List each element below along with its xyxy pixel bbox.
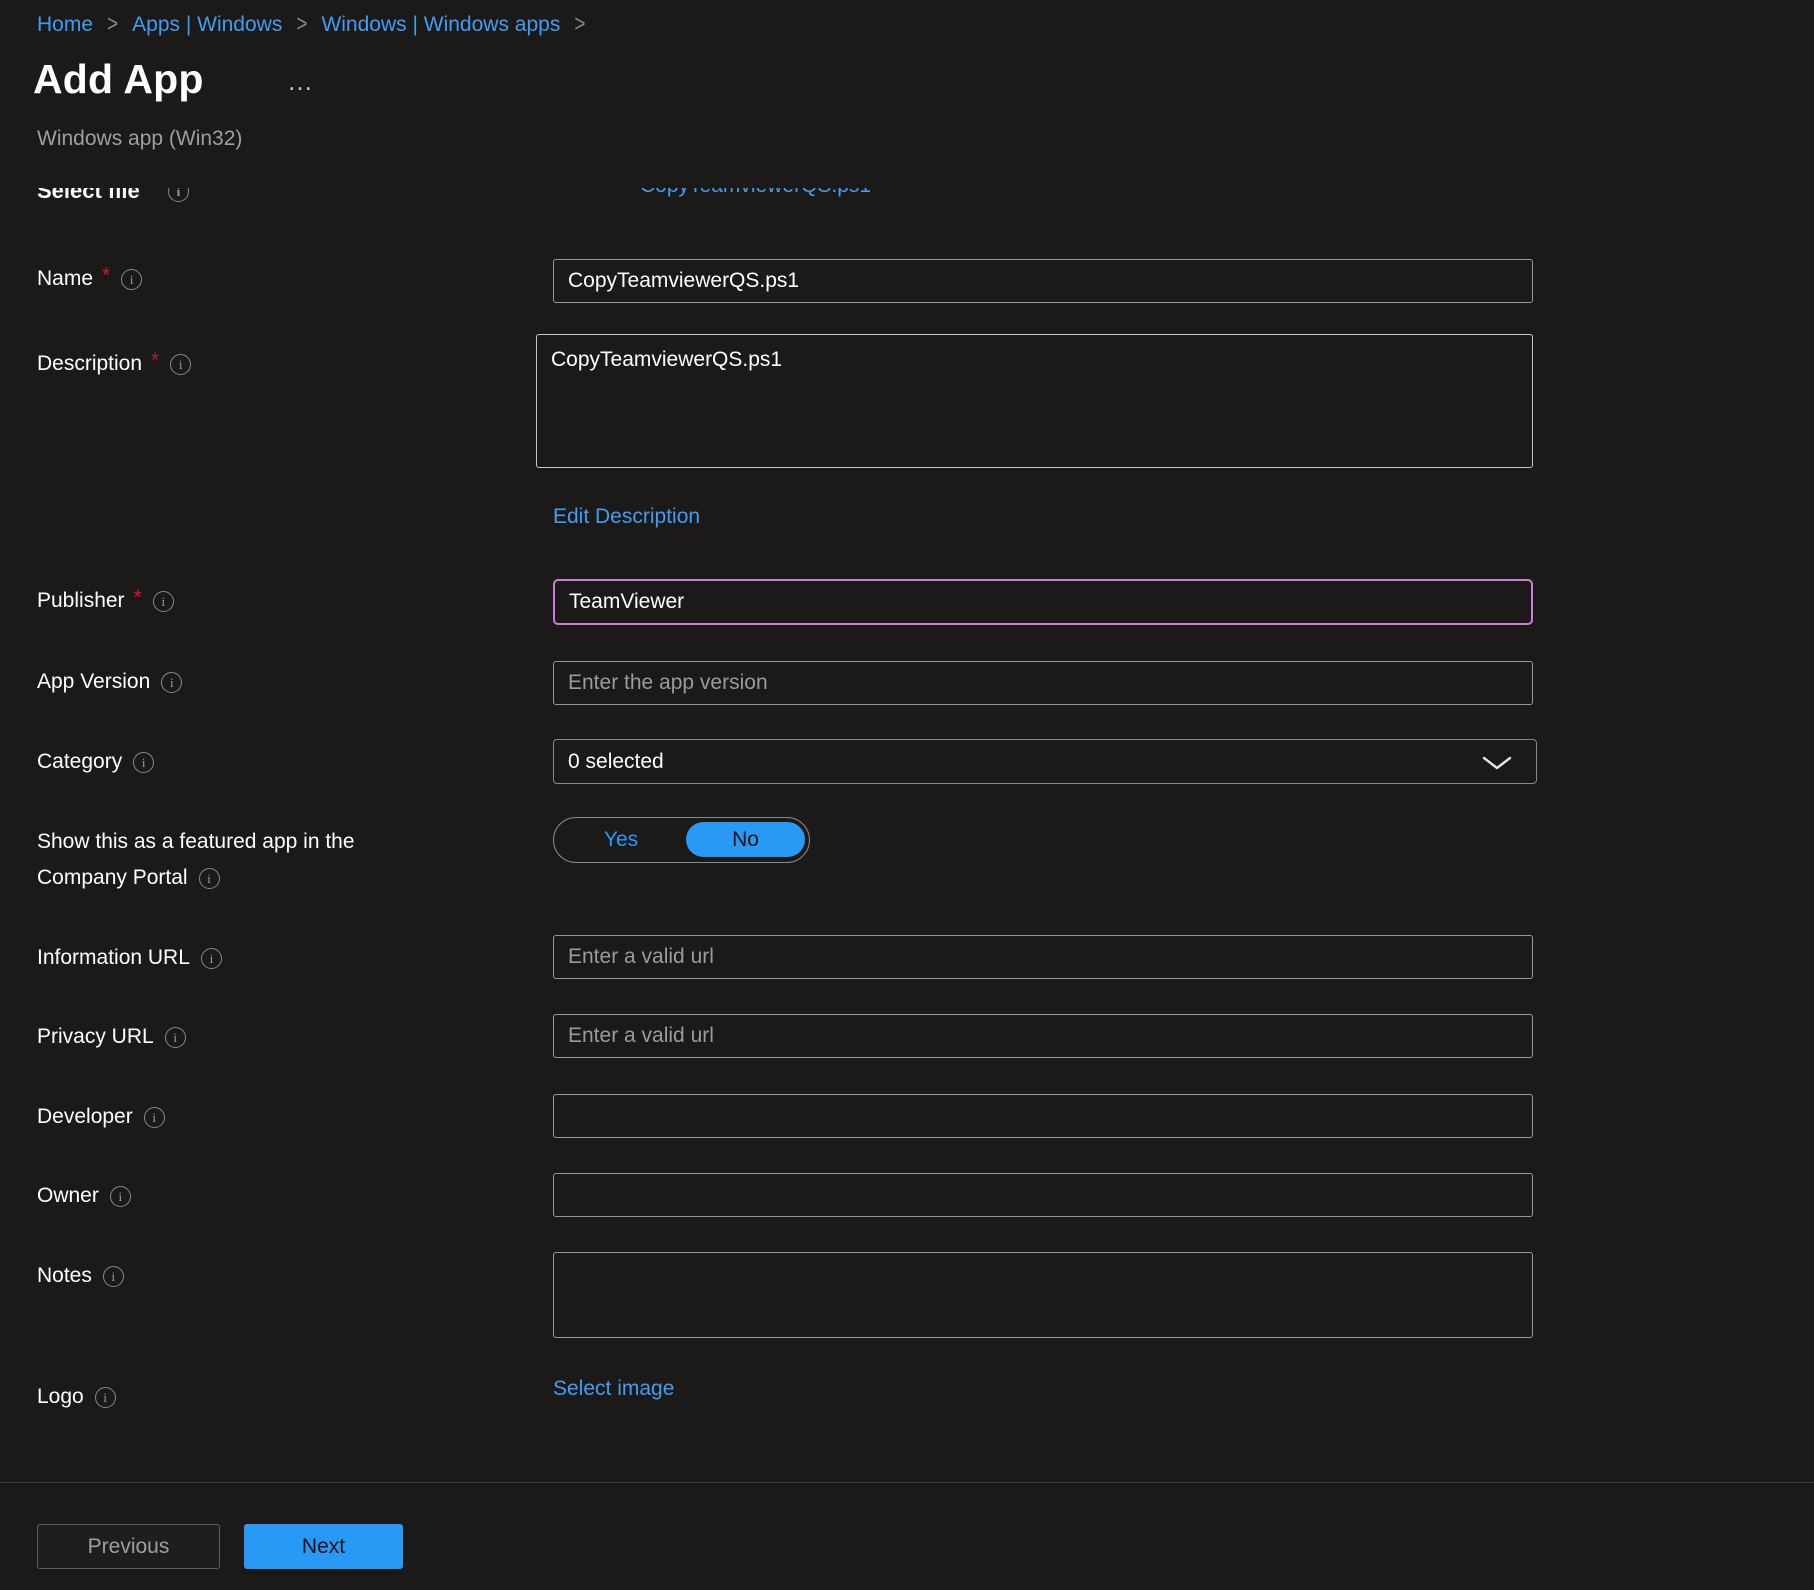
app-version-input[interactable]: [553, 661, 1533, 705]
developer-label: Developer i: [37, 1105, 165, 1129]
logo-label: Logo i: [37, 1385, 116, 1409]
page-subtitle: Windows app (Win32): [37, 127, 242, 151]
info-icon[interactable]: i: [95, 1387, 116, 1408]
category-label: Category i: [37, 750, 154, 774]
breadcrumb: Home > Apps | Windows > Windows | Window…: [37, 13, 585, 37]
info-icon[interactable]: i: [199, 868, 220, 889]
privacy-url-label: Privacy URL i: [37, 1025, 186, 1049]
footer-divider: [0, 1482, 1814, 1483]
featured-toggle-yes[interactable]: Yes: [554, 818, 688, 861]
info-icon[interactable]: i: [133, 752, 154, 773]
info-icon[interactable]: i: [168, 188, 189, 202]
breadcrumb-separator-icon: >: [574, 11, 585, 39]
select-file-label: Select file: [37, 188, 140, 204]
selected-file-link[interactable]: CopyTeamviewerQS.ps1: [640, 188, 871, 198]
owner-label: Owner i: [37, 1184, 131, 1208]
developer-input[interactable]: [553, 1094, 1533, 1138]
breadcrumb-link-home[interactable]: Home: [37, 13, 93, 37]
info-icon[interactable]: i: [161, 672, 182, 693]
breadcrumb-link-windows-apps[interactable]: Windows | Windows apps: [321, 13, 560, 37]
notes-label: Notes i: [37, 1264, 124, 1288]
add-app-page: { "breadcrumb": { "separator": ">", "ite…: [0, 0, 1814, 1590]
required-asterisk: *: [149, 188, 157, 200]
required-asterisk: *: [151, 349, 159, 373]
info-icon[interactable]: i: [110, 1186, 131, 1207]
description-textarea[interactable]: CopyTeamviewerQS.ps1: [536, 334, 1533, 468]
select-image-link[interactable]: Select image: [553, 1377, 674, 1401]
breadcrumb-separator-icon: >: [107, 11, 118, 39]
name-input[interactable]: [553, 259, 1533, 303]
previous-button[interactable]: Previous: [37, 1524, 220, 1569]
publisher-input[interactable]: [553, 579, 1533, 625]
info-icon[interactable]: i: [165, 1027, 186, 1048]
notes-textarea[interactable]: [553, 1252, 1533, 1338]
name-label: Name * i: [37, 267, 142, 291]
edit-description-link[interactable]: Edit Description: [553, 505, 700, 529]
info-icon[interactable]: i: [121, 269, 142, 290]
publisher-label: Publisher * i: [37, 589, 174, 613]
description-label: Description * i: [37, 352, 191, 376]
info-icon[interactable]: i: [153, 591, 174, 612]
information-url-label: Information URL i: [37, 946, 222, 970]
info-icon[interactable]: i: [103, 1266, 124, 1287]
page-title: Add App: [33, 56, 204, 103]
app-version-label: App Version i: [37, 670, 182, 694]
more-options-button[interactable]: …: [287, 66, 314, 97]
privacy-url-input[interactable]: [553, 1014, 1533, 1058]
featured-label-line1: Show this as a featured app in the: [37, 830, 355, 854]
info-icon[interactable]: i: [201, 948, 222, 969]
required-asterisk: *: [134, 586, 142, 610]
featured-toggle-no-selected[interactable]: No: [686, 822, 805, 857]
featured-toggle[interactable]: Yes No: [553, 817, 810, 863]
chevron-down-icon: [1482, 756, 1512, 770]
select-file-row-clipped: Select file * i CopyTeamviewerQS.ps1: [0, 188, 1560, 213]
breadcrumb-link-apps-windows[interactable]: Apps | Windows: [132, 13, 282, 37]
required-asterisk: *: [102, 264, 110, 288]
information-url-input[interactable]: [553, 935, 1533, 979]
info-icon[interactable]: i: [144, 1107, 165, 1128]
breadcrumb-separator-icon: >: [296, 11, 307, 39]
next-button[interactable]: Next: [244, 1524, 403, 1569]
category-dropdown[interactable]: 0 selected: [553, 739, 1537, 784]
info-icon[interactable]: i: [170, 354, 191, 375]
category-selected-value: 0 selected: [568, 750, 664, 774]
featured-label-line2: Company Portal i: [37, 866, 220, 890]
owner-input[interactable]: [553, 1173, 1533, 1217]
